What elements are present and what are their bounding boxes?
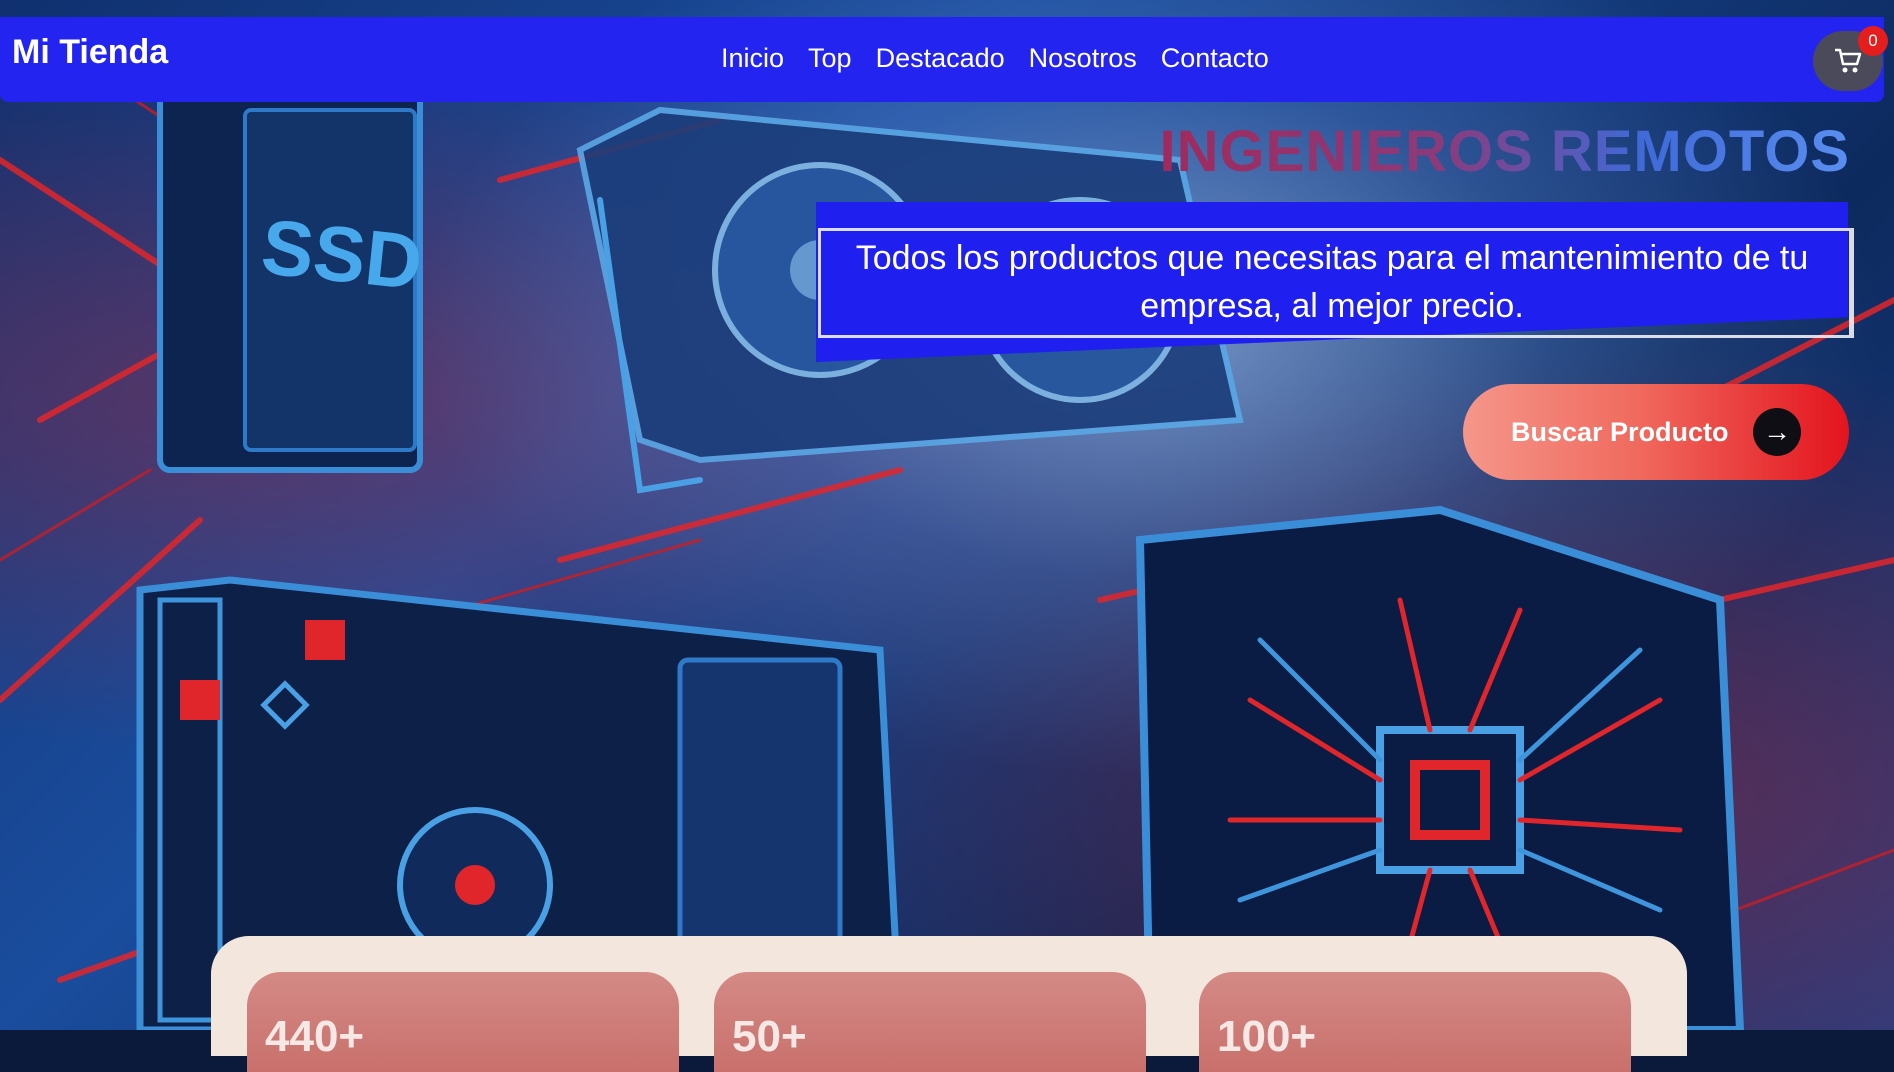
stat-card: 100+ (1199, 972, 1631, 1072)
stat-card: 440+ (247, 972, 679, 1072)
nav-link-inicio[interactable]: Inicio (721, 43, 784, 74)
search-product-label: Buscar Producto (1511, 416, 1729, 447)
nav-link-top[interactable]: Top (808, 43, 852, 74)
stats-panel: 440+ 50+ 100+ (211, 936, 1687, 1072)
top-navbar: Mi Tienda Inicio Top Destacado Nosotros … (0, 17, 1888, 102)
cart-count-badge: 0 (1858, 26, 1888, 56)
stat-card: 50+ (714, 972, 1146, 1072)
stat-value: 100+ (1217, 1012, 1317, 1061)
hero-title: INGENIEROS REMOTOS (1159, 119, 1850, 184)
brand-logo[interactable]: Mi Tienda (12, 33, 168, 72)
hero-tagline: Todos los productos que necesitas para e… (855, 239, 1809, 325)
nav-link-contacto[interactable]: Contacto (1161, 43, 1269, 74)
arrow-right-icon: → (1753, 408, 1801, 456)
ssd-label: SSD (257, 202, 426, 306)
stat-value: 50+ (732, 1012, 807, 1061)
nav-link-destacado[interactable]: Destacado (876, 43, 1005, 74)
nav-link-nosotros[interactable]: Nosotros (1029, 43, 1137, 74)
search-product-button[interactable]: Buscar Producto → (1463, 384, 1849, 480)
stat-value: 440+ (265, 1012, 365, 1061)
main-nav: Inicio Top Destacado Nosotros Contacto (721, 43, 1269, 74)
cart-icon (1835, 48, 1862, 73)
